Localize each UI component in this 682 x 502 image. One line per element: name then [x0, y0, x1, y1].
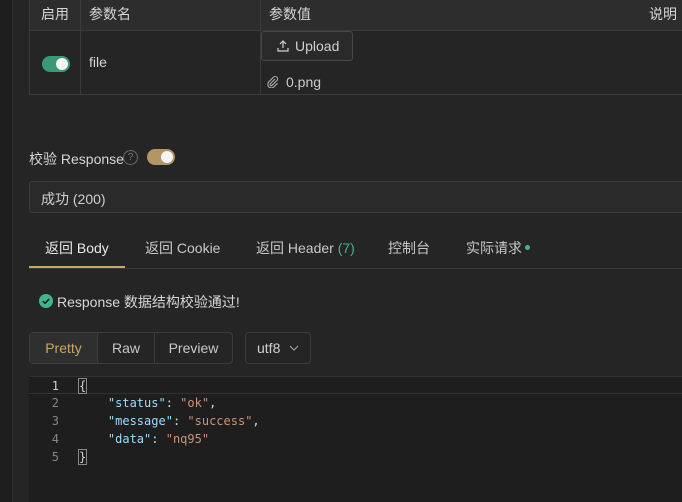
- response-select-value: 成功 (200): [41, 191, 106, 207]
- chevron-down-icon: [289, 345, 299, 351]
- view-mode-raw[interactable]: Raw: [98, 333, 154, 363]
- header-enabled: 启用: [41, 6, 69, 22]
- code-text: {: [77, 378, 88, 394]
- code-line: 4 "data": "nq95": [29, 430, 682, 448]
- upload-icon: [277, 40, 289, 52]
- param-name-value[interactable]: file: [89, 54, 107, 70]
- view-mode-pretty[interactable]: Pretty: [30, 333, 97, 363]
- enable-param-toggle[interactable]: [42, 56, 70, 72]
- validation-message: Response 数据结构校验通过!: [57, 294, 240, 310]
- tab-response-body[interactable]: 返回 Body: [45, 238, 109, 258]
- code-line: 2 "status": "ok",: [29, 394, 682, 412]
- line-number: 3: [51, 414, 59, 428]
- code-text: "message": "success",: [107, 414, 260, 428]
- validate-response-toggle[interactable]: [147, 149, 175, 165]
- code-text: "data": "nq95": [107, 432, 210, 446]
- view-mode-preview[interactable]: Preview: [155, 333, 232, 363]
- code-text: "status": "ok",: [107, 396, 217, 410]
- tabs-divider: [29, 268, 682, 269]
- toggle-knob: [161, 151, 173, 163]
- tab-actual-request[interactable]: 实际请求: [466, 238, 522, 258]
- params-table-header: 启用 参数名 参数值 说明: [30, 0, 682, 31]
- attached-file-name[interactable]: 0.png: [286, 74, 321, 90]
- check-circle-icon: [39, 294, 53, 308]
- code-text: }: [77, 449, 88, 465]
- tab-response-header-label: 返回 Header: [256, 240, 334, 256]
- encoding-select[interactable]: utf8: [245, 332, 311, 364]
- header-param-name: 参数名: [89, 6, 131, 22]
- upload-button[interactable]: Upload: [261, 31, 353, 61]
- validate-response-label: 校验 Response: [29, 151, 124, 167]
- code-line: 1{: [29, 376, 682, 394]
- response-select[interactable]: 成功 (200): [29, 181, 682, 213]
- response-body-code[interactable]: 1{2 "status": "ok", 3 "message": "success…: [29, 376, 682, 502]
- tab-console[interactable]: 控制台: [388, 238, 430, 258]
- header-description: 说明: [649, 6, 677, 22]
- view-mode-switch: Pretty Raw Preview: [29, 332, 233, 364]
- line-number: 2: [51, 396, 59, 410]
- code-line: 3 "message": "success",: [29, 412, 682, 430]
- code-line: 5}: [29, 448, 682, 466]
- line-number: 5: [51, 450, 59, 464]
- toggle-knob: [56, 58, 68, 70]
- help-icon[interactable]: ?: [123, 150, 138, 165]
- paperclip-icon: [267, 76, 278, 88]
- params-table: 启用 参数名 参数值 说明 file Upload 0.png: [29, 0, 682, 95]
- line-number: 4: [51, 432, 59, 446]
- tab-response-header[interactable]: 返回 Header (7): [256, 238, 355, 258]
- line-number: 1: [51, 379, 59, 393]
- column-divider: [80, 0, 81, 94]
- status-dot: [525, 245, 530, 250]
- upload-button-label: Upload: [295, 38, 340, 54]
- tab-response-cookie[interactable]: 返回 Cookie: [145, 238, 220, 258]
- header-count-badge: (7): [337, 240, 355, 256]
- left-panel-edge: [0, 0, 13, 502]
- encoding-value: utf8: [257, 340, 281, 356]
- header-param-value: 参数值: [269, 6, 311, 22]
